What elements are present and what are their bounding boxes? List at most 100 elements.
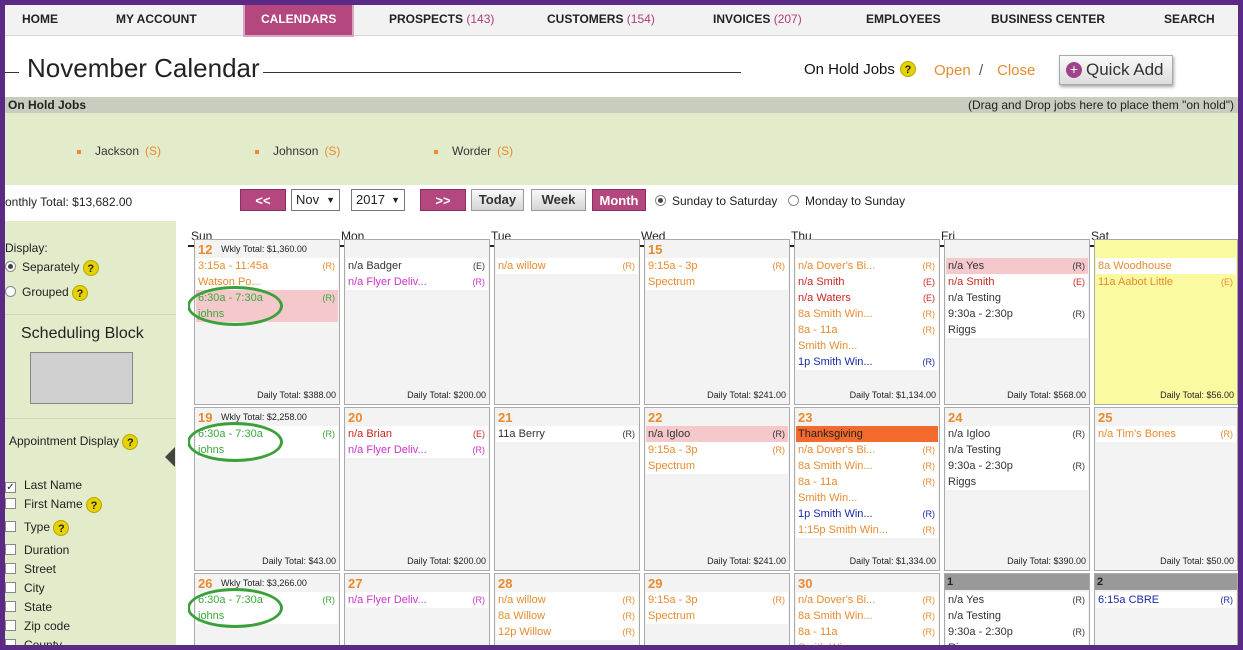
day-cell[interactable]: 29 9:15a - 3p (R) Spectrum bbox=[644, 573, 790, 645]
appointment[interactable]: 9:15a - 3p (R) bbox=[646, 258, 788, 274]
appointment[interactable]: n/a Waters (E) bbox=[796, 290, 938, 306]
appointment[interactable]: n/a Dover's Bi... (R) bbox=[796, 442, 938, 458]
quick-add-button[interactable]: + Quick Add bbox=[1059, 55, 1173, 85]
appointment[interactable]: 3:15a - 11:45a (R) bbox=[196, 258, 338, 274]
help-icon[interactable]: ? bbox=[53, 520, 70, 536]
appointment[interactable]: 9:15a - 3p (R) bbox=[646, 592, 788, 608]
day-cell[interactable]: 24 n/a Igloo (R) n/a Testing 9:30a - 2:30… bbox=[944, 407, 1090, 571]
day-cell[interactable]: 20 n/a Brian (E) n/a Flyer Deliv... (R) Da… bbox=[344, 407, 490, 571]
appointment[interactable]: 11a Berry (R) bbox=[496, 426, 638, 442]
appointment[interactable]: n/a Flyer Deliv... (R) bbox=[346, 592, 488, 608]
field-duration-checkbox[interactable]: Duration bbox=[5, 543, 69, 557]
appointment[interactable]: 8a Smith Win... (R) bbox=[796, 458, 938, 474]
appointment[interactable]: 8a - 11a (R) bbox=[796, 624, 938, 640]
appointment[interactable]: n/a Dover's Bi... (R) bbox=[796, 592, 938, 608]
appointment[interactable]: n/a willow (R) bbox=[496, 258, 638, 274]
on-hold-job[interactable]: Jackson (S) bbox=[77, 144, 161, 158]
on-hold-drop-area[interactable]: Jackson (S) Johnson (S) Worder (S) bbox=[5, 113, 1238, 185]
appointment[interactable]: n/a Yes (R) bbox=[946, 258, 1088, 274]
appointment[interactable]: 9:30a - 2:30p (R) bbox=[946, 306, 1088, 322]
appointment[interactable]: 8a Smith Win... (R) bbox=[796, 608, 938, 624]
nav-business-center[interactable]: BUSINESS CENTER bbox=[991, 5, 1105, 36]
month-select[interactable]: Nov ▼ bbox=[291, 189, 340, 211]
appointment[interactable]: Riggs bbox=[946, 322, 1088, 338]
nav-home[interactable]: HOME bbox=[22, 5, 58, 36]
appointment[interactable]: n/a Dover's Bi... (R) bbox=[796, 258, 938, 274]
appointment[interactable]: n/a Igloo (R) bbox=[646, 426, 788, 442]
appointment[interactable]: n/a Brian (E) bbox=[346, 426, 488, 442]
appointment[interactable]: 8a Willow (R) bbox=[496, 608, 638, 624]
appointment[interactable]: 8a Smith Win... (R) bbox=[796, 306, 938, 322]
day-cell[interactable]: 21 11a Berry (R) bbox=[494, 407, 640, 571]
appointment[interactable]: n/a Badger (E) bbox=[346, 258, 488, 274]
field-city-checkbox[interactable]: City bbox=[5, 581, 45, 595]
appointment[interactable]: n/a Testing bbox=[946, 442, 1088, 458]
appointment[interactable]: 8a - 11a (R) bbox=[796, 474, 938, 490]
appointment[interactable]: n/a Tim's Bones (R) bbox=[1096, 426, 1236, 442]
day-cell[interactable]: 1 n/a Yes (R) n/a Testing 9:30a - 2:30p (R… bbox=[944, 573, 1090, 645]
day-cell[interactable]: 28 n/a willow (R) 8a Willow (R) 12p Willow… bbox=[494, 573, 640, 645]
field-street-checkbox[interactable]: Street bbox=[5, 562, 56, 576]
help-icon[interactable]: ? bbox=[72, 285, 89, 301]
appointment[interactable]: 9:15a - 3p (R) bbox=[646, 442, 788, 458]
next-month-button[interactable]: >> bbox=[420, 189, 466, 211]
appointment[interactable]: n/a Yes (R) bbox=[946, 592, 1088, 608]
appointment[interactable]: Smith Win... bbox=[796, 490, 938, 506]
close-link[interactable]: Close bbox=[997, 62, 1035, 79]
sunday-to-saturday-option[interactable]: Sunday to Saturday bbox=[655, 194, 777, 208]
day-cell[interactable]: n/a Yes (R) n/a Smith (E) n/a Testing 9:30… bbox=[944, 239, 1090, 405]
appointment[interactable]: 9:30a - 2:30p (R) bbox=[946, 624, 1088, 640]
day-cell[interactable]: 15 9:15a - 3p (R) Spectrum Daily Total: $… bbox=[644, 239, 790, 405]
field-last-name-checkbox[interactable]: ✓ Last Name bbox=[5, 478, 82, 493]
week-view-button[interactable]: Week bbox=[531, 189, 586, 211]
field-first-name-checkbox[interactable]: First Name ? bbox=[5, 497, 103, 513]
day-cell[interactable]: 25 n/a Tim's Bones (R) Daily Total: $50.0… bbox=[1094, 407, 1238, 571]
help-icon[interactable]: ? bbox=[900, 61, 916, 77]
day-cell[interactable]: 2 6:15a CBRE (R) bbox=[1094, 573, 1238, 645]
help-icon[interactable]: ? bbox=[122, 434, 139, 450]
appointment[interactable]: Spectrum bbox=[646, 608, 788, 624]
nav-prospects[interactable]: PROSPECTS (143) bbox=[389, 5, 494, 36]
nav-customers[interactable]: CUSTOMERS (154) bbox=[547, 5, 655, 36]
appointment[interactable]: 6:15a CBRE (R) bbox=[1096, 592, 1236, 608]
day-cell[interactable]: n/a Badger (E) n/a Flyer Deliv... (R) Dail… bbox=[344, 239, 490, 405]
help-icon[interactable]: ? bbox=[86, 497, 103, 513]
appointment[interactable]: Spectrum bbox=[646, 458, 788, 474]
appointment[interactable]: 8a - 11a (R) bbox=[796, 322, 938, 338]
scheduling-block-swatch[interactable] bbox=[30, 352, 133, 404]
monday-to-sunday-option[interactable]: Monday to Sunday bbox=[788, 194, 905, 208]
on-hold-job[interactable]: Worder (S) bbox=[434, 144, 513, 158]
appointment[interactable]: 1p Smith Win... (R) bbox=[796, 354, 938, 370]
day-cell[interactable]: n/a Dover's Bi... (R) n/a Smith (E) n/a Wa… bbox=[794, 239, 940, 405]
appointment[interactable]: Riggs bbox=[946, 474, 1088, 490]
appointment[interactable]: Riggs bbox=[946, 640, 1088, 645]
appointment[interactable]: n/a Testing bbox=[946, 608, 1088, 624]
appointment[interactable]: n/a Flyer Deliv... (R) bbox=[346, 274, 488, 290]
appointment[interactable]: 9:30a - 2:30p (R) bbox=[946, 458, 1088, 474]
field-zip-checkbox[interactable]: Zip code bbox=[5, 619, 70, 633]
day-cell[interactable]: n/a willow (R) bbox=[494, 239, 640, 405]
appointment[interactable]: 12p Willow (R) bbox=[496, 624, 638, 640]
nav-calendars[interactable]: CALENDARS bbox=[243, 5, 355, 37]
nav-my-account[interactable]: MY ACCOUNT bbox=[116, 5, 197, 36]
appointment[interactable]: n/a Flyer Deliv... (R) bbox=[346, 442, 488, 458]
appointment[interactable]: 1:15p Smith Win... (R) bbox=[796, 522, 938, 538]
display-grouped-option[interactable]: Grouped ? bbox=[5, 285, 89, 301]
today-button[interactable]: Today bbox=[471, 189, 524, 211]
help-icon[interactable]: ? bbox=[82, 260, 99, 276]
appointment[interactable]: n/a Smith (E) bbox=[796, 274, 938, 290]
on-hold-job[interactable]: Johnson (S) bbox=[255, 144, 340, 158]
day-cell[interactable]: 22 n/a Igloo (R) 9:15a - 3p (R) Spectrum D… bbox=[644, 407, 790, 571]
day-cell[interactable]: 27 n/a Flyer Deliv... (R) bbox=[344, 573, 490, 645]
appointment[interactable]: Smith Win... bbox=[796, 640, 938, 645]
day-cell[interactable]: 30 n/a Dover's Bi... (R) 8a Smith Win... (… bbox=[794, 573, 940, 645]
appointment[interactable]: Spectrum bbox=[646, 274, 788, 290]
open-link[interactable]: Open bbox=[934, 62, 971, 79]
appointment[interactable]: 8a Woodhouse bbox=[1096, 258, 1236, 274]
field-county-checkbox[interactable]: County bbox=[5, 638, 62, 645]
prev-month-button[interactable]: << bbox=[240, 189, 286, 211]
appointment[interactable]: 1p Smith Win... (R) bbox=[796, 506, 938, 522]
field-type-checkbox[interactable]: Type ? bbox=[5, 520, 70, 536]
appointment[interactable]: n/a Igloo (R) bbox=[946, 426, 1088, 442]
collapse-sidebar-icon[interactable] bbox=[165, 447, 175, 467]
